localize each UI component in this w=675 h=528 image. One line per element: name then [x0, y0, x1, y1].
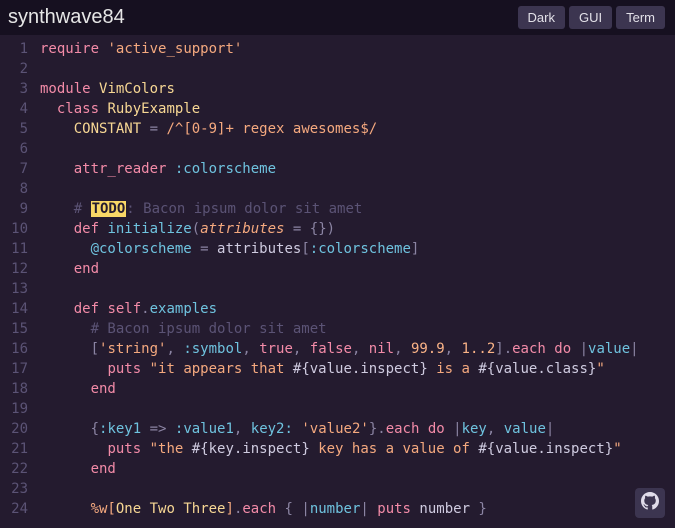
- line-number: 11: [0, 239, 28, 259]
- line-number: 2: [0, 59, 28, 79]
- line-number: 14: [0, 299, 28, 319]
- code-line: def initialize(attributes = {}): [40, 219, 675, 239]
- line-number: 16: [0, 339, 28, 359]
- tab-term[interactable]: Term: [616, 6, 665, 29]
- github-link[interactable]: [635, 488, 665, 518]
- line-number: 20: [0, 419, 28, 439]
- code-line: puts "it appears that #{value.inspect} i…: [40, 359, 675, 379]
- code-line: [40, 59, 675, 79]
- code-line: [40, 279, 675, 299]
- code-line: [40, 479, 675, 499]
- line-number: 12: [0, 259, 28, 279]
- code-line: [40, 139, 675, 159]
- line-number: 4: [0, 99, 28, 119]
- code-line: %w[One Two Three].each { |number| puts n…: [40, 499, 675, 519]
- line-number: 8: [0, 179, 28, 199]
- line-number: 19: [0, 399, 28, 419]
- line-number-gutter: 1 2 3 4 5 6 7 8 9 10 11 12 13 14 15 16 1…: [0, 39, 34, 519]
- mode-tabs: Dark GUI Term: [518, 6, 665, 29]
- code-line: [40, 179, 675, 199]
- code-line: @colorscheme = attributes[:colorscheme]: [40, 239, 675, 259]
- line-number: 18: [0, 379, 28, 399]
- tab-gui[interactable]: GUI: [569, 6, 612, 29]
- code-line: ['string', :symbol, true, false, nil, 99…: [40, 339, 675, 359]
- tab-dark[interactable]: Dark: [518, 6, 565, 29]
- line-number: 23: [0, 479, 28, 499]
- code-line: # Bacon ipsum dolor sit amet: [40, 319, 675, 339]
- code-line: puts "the #{key.inspect} key has a value…: [40, 439, 675, 459]
- line-number: 10: [0, 219, 28, 239]
- code-line: end: [40, 379, 675, 399]
- code-line: require 'active_support': [40, 39, 675, 59]
- code-area[interactable]: require 'active_support' module VimColor…: [34, 39, 675, 519]
- line-number: 5: [0, 119, 28, 139]
- line-number: 24: [0, 499, 28, 519]
- theme-title: synthwave84: [8, 6, 125, 29]
- code-line: module VimColors: [40, 79, 675, 99]
- code-line: attr_reader :colorscheme: [40, 159, 675, 179]
- line-number: 15: [0, 319, 28, 339]
- code-line: # TODO: Bacon ipsum dolor sit amet: [40, 199, 675, 219]
- github-icon: [641, 492, 659, 514]
- line-number: 3: [0, 79, 28, 99]
- code-line: [40, 399, 675, 419]
- code-line: {:key1 => :value1, key2: 'value2'}.each …: [40, 419, 675, 439]
- code-editor: 1 2 3 4 5 6 7 8 9 10 11 12 13 14 15 16 1…: [0, 35, 675, 519]
- line-number: 17: [0, 359, 28, 379]
- line-number: 7: [0, 159, 28, 179]
- line-number: 22: [0, 459, 28, 479]
- code-line: def self.examples: [40, 299, 675, 319]
- code-line: end: [40, 459, 675, 479]
- code-line: class RubyExample: [40, 99, 675, 119]
- header: synthwave84 Dark GUI Term: [0, 0, 675, 35]
- code-line: end: [40, 259, 675, 279]
- line-number: 9: [0, 199, 28, 219]
- line-number: 13: [0, 279, 28, 299]
- code-line: CONSTANT = /^[0-9]+ regex awesomes$/: [40, 119, 675, 139]
- line-number: 6: [0, 139, 28, 159]
- line-number: 21: [0, 439, 28, 459]
- line-number: 1: [0, 39, 28, 59]
